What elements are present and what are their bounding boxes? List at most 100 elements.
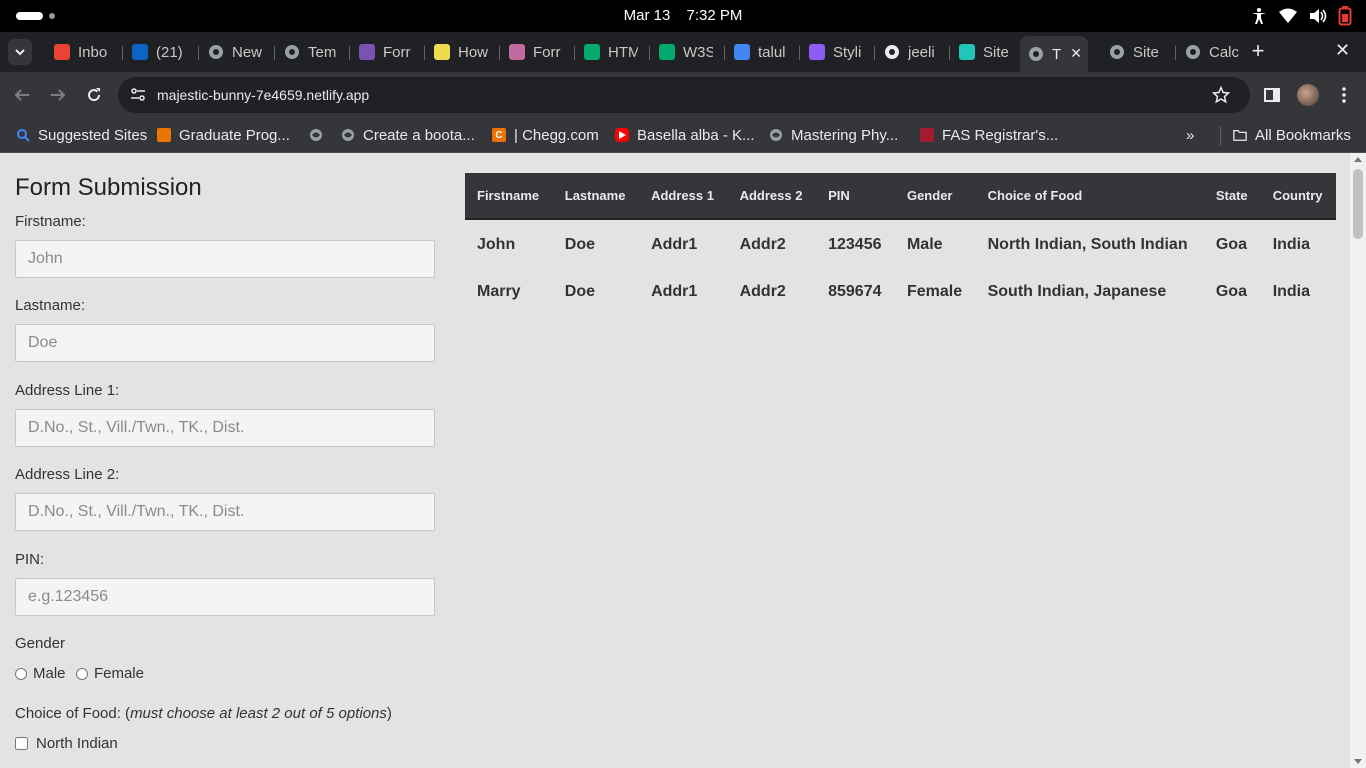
tab-separator [424,46,425,60]
volume-icon[interactable] [1308,7,1328,25]
globe-icon [309,128,323,142]
more-bookmarks-button[interactable]: » [1186,124,1194,146]
wifi-icon[interactable] [1278,7,1298,25]
gmail-icon [54,44,70,60]
scrollbar-thumb[interactable] [1353,169,1363,239]
address-bar[interactable]: majestic-bunny-7e4659.netlify.app [118,77,1250,113]
firstname-group: Firstname: [15,213,435,278]
gender-option-male[interactable]: Male [15,665,66,682]
tab-title: (21) I [156,43,186,61]
tab-11[interactable]: jeeli [884,38,938,66]
tab-separator [349,46,350,60]
tab-title: Forr [383,43,411,61]
tab-3[interactable]: Tem [284,38,338,66]
page-scrollbar[interactable] [1350,153,1366,768]
tab-0[interactable]: Inbo [54,38,108,66]
gender-radio-female[interactable] [75,667,88,680]
menu-button[interactable] [1334,85,1354,105]
bookmark-item[interactable]: Suggested Sites [16,124,147,146]
tab-separator [874,46,875,60]
tab-4[interactable]: Forr [359,38,413,66]
bootstrap-icon [359,44,375,60]
scroll-down-arrow-icon[interactable] [1354,759,1362,764]
back-button[interactable] [12,85,32,105]
column-header: Gender [894,173,976,220]
tab-8[interactable]: W3S [659,38,713,66]
tab-title: New [232,43,262,61]
tab-15[interactable]: Calc [1185,38,1239,66]
gender-group: Gender Male Female [15,635,435,685]
reload-button[interactable] [84,85,104,105]
address2-label: Address Line 2: [15,466,120,483]
food-option-label: North Indian [36,735,118,752]
bookmark-item[interactable]: Basella alba - K... [615,124,755,146]
tab-5[interactable]: How [434,38,488,66]
side-panel-button[interactable] [1262,85,1282,105]
food-option-north-indian[interactable]: North Indian [15,735,435,752]
column-header: Country [1260,173,1336,220]
tab-1[interactable]: (21) I [132,38,186,66]
firstname-input[interactable] [15,240,435,278]
window-close-button[interactable]: ✕ [1335,40,1350,61]
w3-icon [584,44,600,60]
bookmark-item[interactable]: Create a boota... [341,124,475,146]
accessibility-icon[interactable] [1250,7,1268,25]
tab-14[interactable]: Site [1109,38,1163,66]
bookmark-star-icon[interactable] [1211,85,1231,109]
gender-option-female[interactable]: Female [75,665,144,682]
tab-7[interactable]: HTM [584,38,638,66]
address2-input[interactable] [15,493,435,531]
tab-12[interactable]: Site [959,38,1013,66]
gender-radio-male[interactable] [15,667,27,680]
pin-input[interactable] [15,578,435,616]
tab-separator [274,46,275,60]
forward-button[interactable] [48,85,68,105]
food-checkbox-north-indian[interactable] [15,737,28,750]
tab-9[interactable]: talul [734,38,788,66]
tab-2[interactable]: New [208,38,262,66]
new-tab-button[interactable]: + [1249,40,1267,62]
bookmark-item[interactable] [309,124,331,146]
tab-separator [198,46,199,60]
globe-icon [1109,44,1125,60]
profile-avatar[interactable] [1297,84,1319,106]
tab-6[interactable]: Forr [509,38,563,66]
tab-separator [122,46,123,60]
globe-icon [284,44,300,60]
tab-separator [949,46,950,60]
github-icon [884,44,900,60]
search-icon [16,128,30,142]
google-icon [734,44,750,60]
tab-title: T [1052,45,1062,63]
bookmark-item[interactable]: FAS Registrar's... [920,124,1058,146]
tab-title: Tem [308,43,337,61]
bookmark-label: Create a boota... [363,126,475,144]
lastname-label: Lastname: [15,297,86,314]
submissions-table: Firstname Lastname Address 1 Address 2 P… [465,173,1336,316]
tab-title: Site [983,43,1009,61]
bookmark-item[interactable]: C | Chegg.com [492,124,599,146]
site-info-icon[interactable] [130,87,146,108]
chevron-down-icon [15,43,25,61]
system-clock[interactable]: Mar 13 7:32 PM [0,7,1366,24]
tab-title: Styli [833,43,862,61]
tab-13[interactable]: T ✕ [1020,36,1088,72]
lastname-input[interactable] [15,324,435,362]
tab-10[interactable]: Styli [809,38,863,66]
bookmark-item[interactable]: Graduate Prog... [157,124,290,146]
globe-icon [769,128,783,142]
tab-title: jeeli [908,43,935,61]
tab-close-icon[interactable]: ✕ [1070,45,1082,62]
chegg-icon: C [492,128,506,142]
all-bookmarks-button[interactable]: All Bookmarks [1233,124,1351,146]
battery-icon[interactable] [1338,6,1352,26]
bookmark-item[interactable]: Mastering Phy... [769,124,898,146]
table-row: John Doe Addr1 Addr2 123456 Male North I… [465,219,1336,267]
scroll-up-arrow-icon[interactable] [1354,157,1362,162]
tab-separator [499,46,500,60]
javascript-icon [434,44,450,60]
address1-input[interactable] [15,409,435,447]
table-cell: 859674 [828,282,882,300]
tab-search-button[interactable] [8,39,32,65]
globe-icon [1028,46,1044,62]
